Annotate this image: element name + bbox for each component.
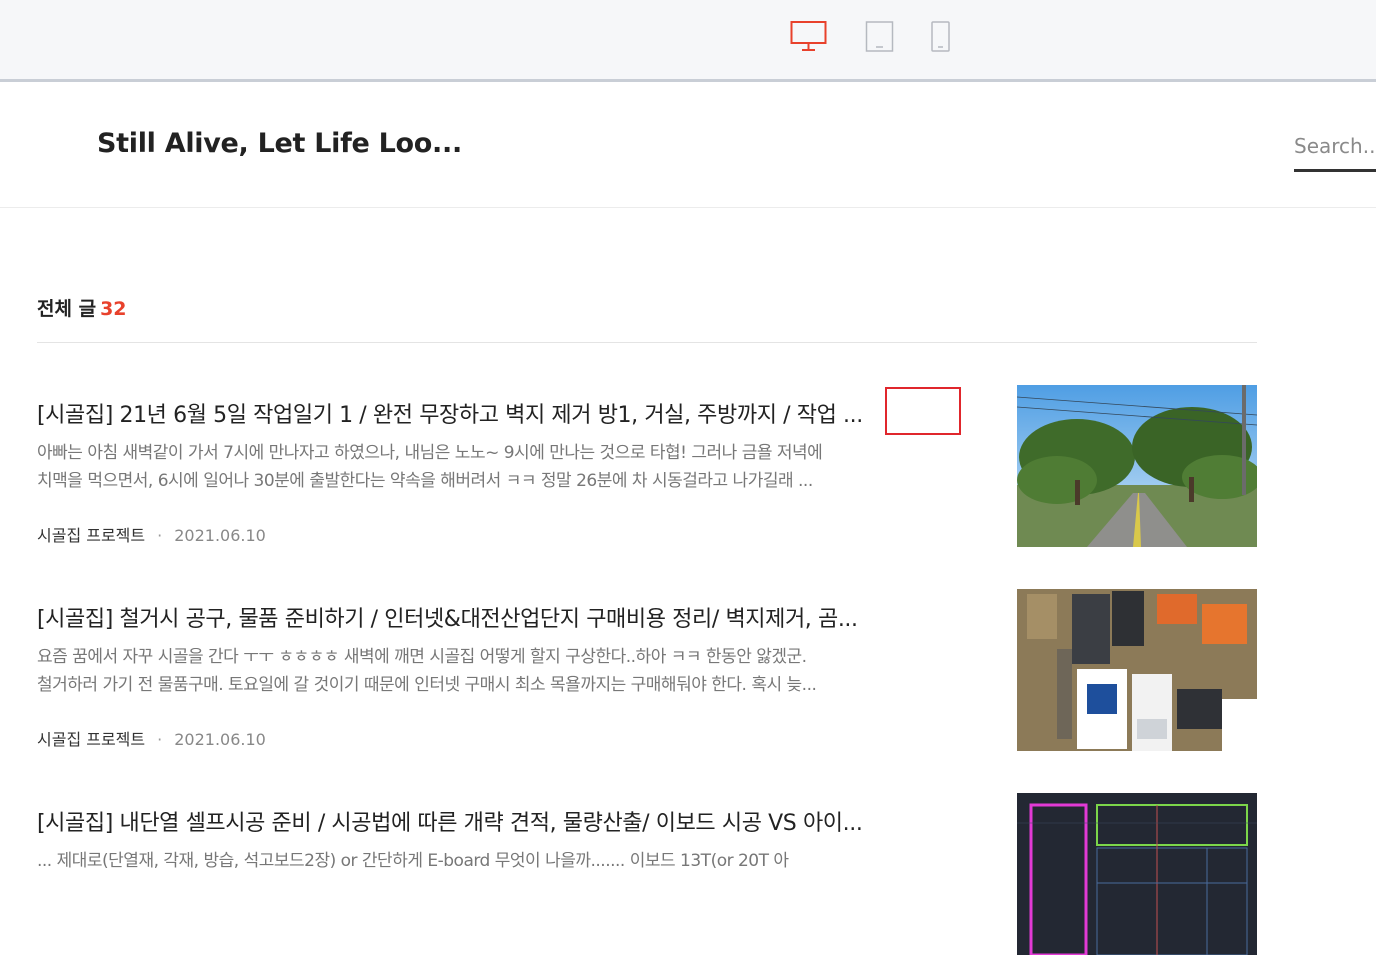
divider — [37, 342, 1257, 343]
post-item: [시골집] 21년 6월 5일 작업일기 1 / 완전 무장하고 벽지 제거 방… — [37, 385, 1257, 555]
mobile-icon[interactable] — [930, 20, 952, 54]
post-count-label: 전체 글 — [37, 298, 97, 320]
post-thumbnail-tools[interactable] — [1017, 589, 1257, 751]
post-excerpt[interactable]: ... 제대로(단열재, 각재, 방습, 석고보드2장) or 간단하게 E-b… — [37, 847, 957, 875]
post-title[interactable]: [시골집] 철거시 공구, 물품 준비하기 / 인터넷&대전산업단지 구매비용 … — [37, 601, 957, 633]
post-count-heading: 전체 글 32 — [37, 294, 127, 321]
post-excerpt[interactable]: 아빠는 아침 새벽같이 가서 7시에 만나자고 하였으나, 내님은 노노~ 9시… — [37, 439, 957, 495]
search-box[interactable] — [1294, 124, 1376, 172]
post-category[interactable]: 시골집 프로젝트 — [37, 730, 145, 749]
post-meta: 시골집 프로젝트 · 2021.06.10 — [37, 730, 266, 749]
post-excerpt-line: 요즘 꿈에서 자꾸 시골을 간다 ㅜㅜ ㅎㅎㅎㅎ 새벽에 깨면 시골집 어떻게 … — [37, 647, 807, 667]
post-excerpt-line: ... 제대로(단열재, 각재, 방습, 석고보드2장) or 간단하게 E-b… — [37, 851, 789, 871]
blog-header: Still Alive, Let Life Loo... — [0, 82, 1376, 208]
post-excerpt[interactable]: 요즘 꿈에서 자꾸 시골을 간다 ㅜㅜ ㅎㅎㅎㅎ 새벽에 깨면 시골집 어떻게 … — [37, 643, 957, 699]
post-date: 2021.06.10 — [174, 526, 266, 545]
post-thumbnail-road[interactable] — [1017, 385, 1257, 547]
post-date: 2021.06.10 — [174, 730, 266, 749]
post-title[interactable]: [시골집] 내단열 셀프시공 준비 / 시공법에 따른 개략 견적, 물량산출/… — [37, 805, 957, 837]
post-count-number: 32 — [100, 298, 127, 320]
post-item: [시골집] 내단열 셀프시공 준비 / 시공법에 따른 개략 견적, 물량산출/… — [37, 793, 1257, 963]
post-item: [시골집] 철거시 공구, 물품 준비하기 / 인터넷&대전산업단지 구매비용 … — [37, 589, 1257, 759]
tablet-icon[interactable] — [865, 20, 895, 54]
post-excerpt-line: 치맥을 먹으면서, 6시에 일어나 30분에 출발한다는 약속을 해버려서 ㅋㅋ… — [37, 471, 813, 491]
device-preview-toolbar — [0, 0, 1376, 82]
post-excerpt-line: 아빠는 아침 새벽같이 가서 7시에 만나자고 하였으나, 내님은 노노~ 9시… — [37, 443, 823, 463]
blog-title[interactable]: Still Alive, Let Life Loo... — [97, 128, 462, 159]
post-excerpt-line: 철거하러 가기 전 물품구매. 토요일에 갈 것이기 때문에 인터넷 구매시 최… — [37, 675, 817, 695]
search-input[interactable] — [1294, 124, 1376, 158]
post-category[interactable]: 시골집 프로젝트 — [37, 526, 145, 545]
desktop-icon[interactable] — [790, 20, 828, 54]
post-title[interactable]: [시골집] 21년 6월 5일 작업일기 1 / 완전 무장하고 벽지 제거 방… — [37, 397, 957, 429]
post-thumbnail-floorplan[interactable] — [1017, 793, 1257, 955]
post-meta: 시골집 프로젝트 · 2021.06.10 — [37, 526, 266, 545]
